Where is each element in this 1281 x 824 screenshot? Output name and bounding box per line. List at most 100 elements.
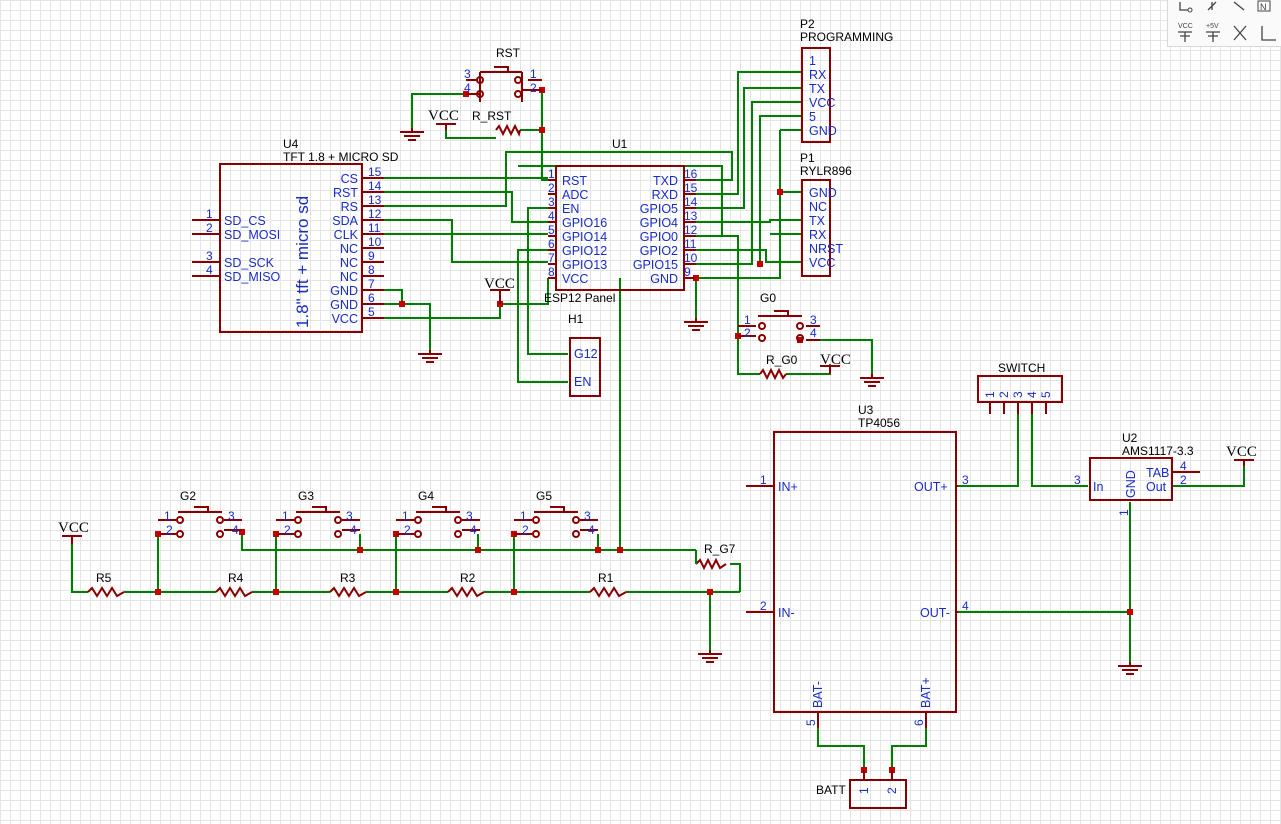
u1-pin-name: ADC [562, 188, 588, 202]
svg-text:1: 1 [857, 787, 871, 794]
p2-pin: RX [809, 68, 827, 82]
vcc-u4: VCC [484, 276, 515, 304]
no-connect-icon[interactable] [1233, 25, 1247, 41]
u1-pin-name: GND [650, 272, 678, 286]
component-h1[interactable]: H1 G12 EN [568, 312, 601, 397]
svg-text:OUT+: OUT+ [914, 480, 948, 494]
u1-pin-number: 15 [684, 181, 698, 195]
u4-pin-name: GND [330, 298, 358, 312]
svg-text:In: In [1093, 480, 1103, 494]
component-batt[interactable]: BATT 1 2 [816, 770, 907, 809]
button-g4[interactable]: G4 12 34 [396, 489, 480, 538]
u4-pin-number: 14 [368, 179, 382, 193]
u4-pin-name: RST [333, 186, 358, 200]
h1-pin-g12: G12 [574, 347, 598, 361]
svg-text:5: 5 [804, 719, 818, 726]
u3-value: TP4056 [858, 416, 900, 430]
button-pin: 4 [588, 523, 595, 537]
resistor-r-rst[interactable]: R_RST [472, 109, 521, 137]
svg-text:IN+: IN+ [778, 480, 798, 494]
ground-ladder [698, 650, 722, 663]
button-g2[interactable]: G2 12 34 [158, 489, 242, 538]
resistor-r5[interactable]: R5 [87, 571, 125, 598]
wire-tool-icon[interactable] [1179, 2, 1193, 13]
button-pin: 1 [402, 509, 409, 523]
wire-sda [384, 219, 548, 263]
p1-pin: GND [809, 186, 837, 200]
more-tool-icon[interactable] [1261, 26, 1276, 41]
wire-bat-neg [817, 728, 865, 770]
svg-text:R5: R5 [96, 571, 112, 585]
p1-pins: GNDNCTXRXNRSTVCC [809, 186, 843, 270]
component-rst-button[interactable]: RST 3 4 1 2 [464, 46, 542, 102]
svg-text:R4: R4 [228, 571, 244, 585]
p1-pin: NRST [809, 242, 843, 256]
net-label-icon[interactable]: N [1257, 0, 1271, 12]
component-switch[interactable]: SWITCH 1 2 3 4 5 [977, 361, 1063, 414]
resistor-r3[interactable]: R3 [329, 571, 367, 598]
u1-pin-number: 11 [684, 237, 697, 251]
svg-text:3: 3 [810, 313, 817, 327]
p1-pin: VCC [809, 256, 835, 270]
wire-rg7-end [730, 563, 741, 592]
u4-left-pins: 1 SD_CS 2 SD_MOSI 3 SD_SCK 4 SD_MISO [192, 207, 281, 284]
u4-pin-name: SD_MOSI [224, 228, 280, 242]
wire-vcc-p2 [696, 101, 802, 265]
u4-pin-number: 4 [206, 263, 213, 277]
resistor-r1[interactable]: R1 [589, 571, 627, 598]
resistor-r-g7[interactable]: R_G7 [695, 542, 736, 571]
component-u4[interactable]: U4 TFT 1.8 + MICRO SD 1.8" tft + micro s… [192, 137, 399, 333]
component-u2[interactable]: U2 AMS1117-3.3 3 In 1 GND 4 TAB 2 Out [1074, 431, 1200, 516]
u4-pin-number: 2 [206, 221, 213, 235]
bus-tool-icon[interactable] [1207, 1, 1217, 11]
svg-text:GND: GND [1124, 470, 1138, 498]
button-pin: 1 [282, 509, 289, 523]
u4-pin-name: CS [341, 172, 358, 186]
svg-text:R_G7: R_G7 [704, 542, 736, 556]
svg-text:R2: R2 [460, 571, 476, 585]
svg-text:1: 1 [744, 313, 751, 327]
u4-pin-number: 6 [368, 291, 375, 305]
rst-ref: RST [496, 46, 521, 60]
symbol-toolbar: N VCC +5V [1167, 0, 1281, 47]
p2-ref: P2 [800, 17, 815, 31]
resistor-r4[interactable]: R4 [215, 571, 253, 598]
wire-gnd-p1 [779, 130, 802, 193]
component-g0-button[interactable]: G0 1 2 3 4 [738, 291, 820, 342]
component-p2[interactable]: P2 PROGRAMMING 1RXTXVCC5GND [800, 17, 893, 143]
button-pin: 2 [522, 523, 529, 537]
ground-u1 [684, 318, 708, 331]
batt-ref: BATT [816, 783, 846, 797]
schematic-canvas[interactable]: VCC VCC VCC VCC VCC U4 TFT 1.8 + MICRO S… [0, 0, 1281, 824]
button-pin: 3 [346, 509, 353, 523]
component-p1[interactable]: P1 RYLR896 GNDNCTXRXNRSTVCC [800, 151, 852, 277]
line-tool-icon[interactable] [1233, 1, 1245, 11]
p2-pin: VCC [809, 96, 835, 110]
schematic-drawing[interactable]: VCC VCC VCC VCC VCC U4 TFT 1.8 + MICRO S… [0, 0, 1281, 824]
svg-text:4: 4 [810, 326, 817, 340]
u4-ref: U4 [283, 137, 299, 151]
u4-pin-number: 3 [206, 249, 213, 263]
svg-text:OUT-: OUT- [920, 606, 950, 620]
u4-pin-name: SD_CS [224, 214, 266, 228]
button-pin: 2 [166, 523, 173, 537]
u2-value: AMS1117-3.3 [1122, 444, 1194, 458]
svg-text:BAT+: BAT+ [919, 677, 933, 708]
svg-text:VCC: VCC [428, 108, 459, 124]
svg-text:5: 5 [1039, 391, 1053, 398]
wire-p1-vcc [696, 249, 802, 263]
wire-gnd6 [384, 303, 431, 350]
wire-rxd-p2 [696, 71, 802, 195]
u1-pin-number: 8 [548, 265, 555, 279]
u2-ref: U2 [1122, 431, 1138, 445]
resistor-r2[interactable]: R2 [447, 571, 485, 598]
u4-pin-number: 8 [368, 263, 375, 277]
button-g3[interactable]: G3 12 34 [276, 489, 360, 538]
vcc-tool-icon[interactable]: VCC [1178, 23, 1193, 42]
u4-pin-number: 11 [368, 221, 381, 235]
button-pin: 3 [228, 509, 235, 523]
button-g5[interactable]: G5 12 34 [514, 489, 598, 538]
plus5v-tool-icon[interactable]: +5V [1206, 23, 1220, 42]
svg-text:3: 3 [1011, 391, 1025, 398]
component-u3[interactable]: U3 TP4056 1 IN+ 2 IN- 3 OUT+ 4 OUT- 5 BA… [746, 403, 969, 728]
